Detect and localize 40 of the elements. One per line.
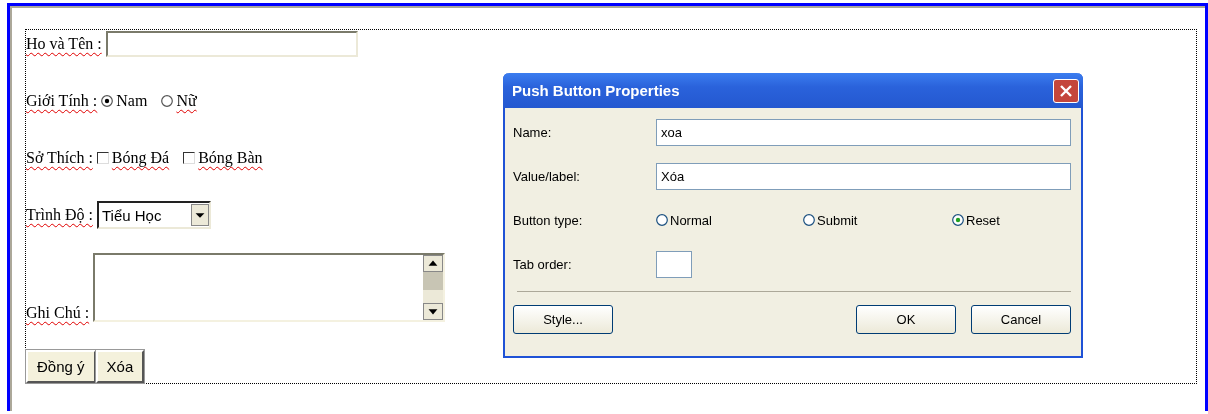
- text-field[interactable]: xoa: [656, 118, 1071, 146]
- option-label: Bóng Bàn: [198, 149, 263, 167]
- form-button[interactable]: Xóa: [95, 350, 145, 383]
- dialog-button[interactable]: Style...: [513, 305, 613, 334]
- notes-textarea[interactable]: [93, 253, 446, 322]
- form-button[interactable]: Đồng ý: [26, 350, 96, 383]
- option-label: Submit: [817, 212, 858, 228]
- dialog-button[interactable]: Cancel: [971, 305, 1071, 334]
- checkbox[interactable]: [183, 152, 196, 164]
- scrollbar-thumb[interactable]: [423, 272, 444, 290]
- radio-button[interactable]: [803, 214, 815, 226]
- field-label: Sở Thích :: [26, 149, 93, 167]
- radio-button[interactable]: [101, 95, 114, 107]
- field-label: Ghi Chú :: [26, 304, 90, 322]
- close-icon[interactable]: [1059, 83, 1073, 98]
- field-label: Value/label:: [513, 168, 581, 184]
- name-field[interactable]: [105, 31, 358, 57]
- radio-button[interactable]: [656, 214, 668, 226]
- field-label: Name:: [513, 124, 553, 140]
- checkbox[interactable]: [96, 152, 109, 164]
- dialog-button[interactable]: OK: [856, 305, 956, 334]
- field-label: Giới Tính :: [26, 92, 98, 110]
- dialog-title: Push Button Properties: [512, 82, 680, 99]
- radio-button[interactable]: [161, 95, 174, 107]
- option-label: Normal: [670, 212, 712, 228]
- scroll-up-icon[interactable]: [423, 255, 444, 272]
- option-label: Nữ: [176, 92, 197, 110]
- field-label: Trình Độ :: [26, 206, 93, 224]
- radio-button[interactable]: [952, 214, 964, 226]
- option-label: Reset: [966, 212, 1000, 228]
- text-field[interactable]: Xóa: [656, 162, 1071, 190]
- field-label: Button type:: [513, 212, 584, 228]
- scroll-down-icon[interactable]: [423, 303, 444, 320]
- field-label: Ho và Tên :: [26, 35, 102, 53]
- tab-order-field[interactable]: [656, 250, 692, 278]
- close-button[interactable]: [1053, 78, 1079, 103]
- option-label: Nam: [116, 92, 148, 110]
- field-label: Tab order:: [513, 256, 573, 272]
- option-label: Bóng Đá: [111, 149, 170, 167]
- dropdown[interactable]: Tiểu Học: [97, 201, 211, 229]
